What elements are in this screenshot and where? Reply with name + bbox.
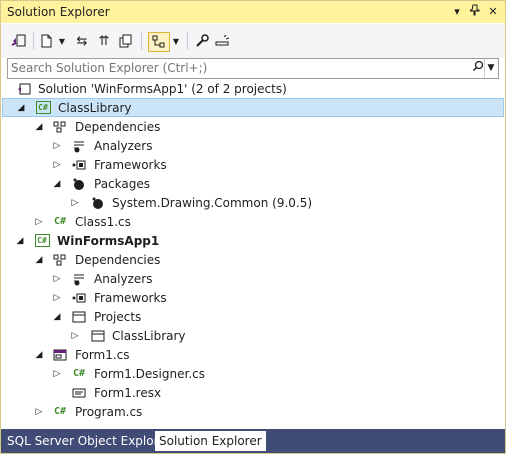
- package-icon: [90, 196, 106, 210]
- csharp-file-icon: C#: [72, 368, 86, 379]
- properties-wrench-icon[interactable]: [193, 32, 211, 50]
- expand-arrow-icon[interactable]: ▷: [34, 217, 44, 227]
- tree-row-frameworks[interactable]: ▷ Frameworks: [2, 155, 504, 174]
- search-options-dropdown-icon[interactable]: ▼: [484, 59, 497, 78]
- tree-item-label: ClassLibrary: [112, 328, 186, 343]
- tree-row-packages[interactable]: ◢ Packages: [2, 174, 504, 193]
- analyzers-icon: [71, 139, 87, 153]
- csharp-file-icon: C#: [53, 406, 67, 417]
- tree-row-projects[interactable]: ◢ Projects: [2, 307, 504, 326]
- form-icon: [52, 348, 68, 362]
- tree-item-label: Frameworks: [94, 290, 167, 305]
- tab-solution-explorer[interactable]: Solution Explorer: [155, 431, 266, 451]
- track-active-item-icon[interactable]: [148, 32, 170, 52]
- expand-arrow-icon[interactable]: ▷: [70, 198, 80, 208]
- packages-icon: [71, 177, 87, 191]
- tree-row-form1[interactable]: ◢ Form1.cs: [2, 345, 504, 364]
- csharp-project-icon: C#: [34, 234, 50, 248]
- collapse-arrow-icon[interactable]: ◢: [52, 179, 62, 189]
- tree-item-label: Form1.Designer.cs: [94, 366, 205, 381]
- expand-arrow-icon[interactable]: ▷: [52, 160, 62, 170]
- tree-item-label: Analyzers: [94, 138, 153, 153]
- tree-item-label: Analyzers: [94, 271, 153, 286]
- toolbar: ▼ ⇆ ⇈ ▼: [1, 24, 505, 58]
- expand-arrow-icon[interactable]: ▷: [52, 274, 62, 284]
- toolbar-separator: [187, 32, 188, 50]
- tree-item-label: Dependencies: [75, 119, 161, 134]
- collapse-arrow-icon[interactable]: ◢: [34, 122, 44, 132]
- tree-item-label: Solution 'WinFormsApp1' (2 of 2 projects…: [38, 81, 287, 96]
- tab-sql-server-object-explorer[interactable]: SQL Server Object Explorer: [3, 431, 175, 451]
- preview-selected-items-icon[interactable]: [213, 32, 231, 50]
- title-bar: Solution Explorer ▾ ✕: [1, 1, 505, 23]
- tree-row-solution[interactable]: Solution 'WinFormsApp1' (2 of 2 projects…: [2, 79, 504, 98]
- solution-icon: [16, 82, 32, 96]
- collapse-arrow-icon[interactable]: ◢: [15, 236, 25, 246]
- dependencies-icon: [52, 253, 68, 267]
- tree-row-class1[interactable]: ▷ C# Class1.cs: [2, 212, 504, 231]
- tree-item-label: ClassLibrary: [58, 100, 132, 115]
- collapse-arrow-icon[interactable]: ◢: [16, 103, 26, 113]
- new-item-dropdown-icon[interactable]: ▼: [57, 32, 67, 50]
- tree-row-form1-resx[interactable]: Form1.resx: [2, 383, 504, 402]
- dependencies-icon: [52, 120, 68, 134]
- tree-row-analyzers[interactable]: ▷ Analyzers: [2, 269, 504, 288]
- solution-tree: Solution 'WinFormsApp1' (2 of 2 projects…: [2, 79, 504, 429]
- toolbar-separator: [141, 32, 142, 50]
- search-icon[interactable]: [472, 60, 484, 75]
- tree-item-label: Packages: [94, 176, 150, 191]
- tree-item-label: Dependencies: [75, 252, 161, 267]
- resx-file-icon: [71, 386, 87, 400]
- tree-row-dependencies[interactable]: ◢ Dependencies: [2, 117, 504, 136]
- collapse-arrow-icon[interactable]: ◢: [34, 350, 44, 360]
- expand-arrow-icon[interactable]: ▷: [52, 141, 62, 151]
- tree-row-frameworks[interactable]: ▷ Frameworks: [2, 288, 504, 307]
- track-dropdown-icon[interactable]: ▼: [171, 32, 181, 50]
- collapse-arrow-icon[interactable]: ◢: [34, 255, 44, 265]
- tree-row-classlibrary[interactable]: ◢ C# ClassLibrary: [2, 98, 504, 117]
- tree-item-label: Projects: [94, 309, 142, 324]
- window-position-dropdown-icon[interactable]: ▾: [449, 4, 465, 20]
- tree-row-form1-designer[interactable]: ▷ C# Form1.Designer.cs: [2, 364, 504, 383]
- toolbar-separator: [33, 32, 34, 50]
- projects-icon: [71, 310, 87, 324]
- csharp-project-icon: C#: [35, 101, 51, 115]
- frameworks-icon: [71, 291, 87, 305]
- close-icon[interactable]: ✕: [485, 4, 501, 20]
- tree-item-label: Class1.cs: [75, 214, 131, 229]
- tree-row-system-drawing-common[interactable]: ▷ System.Drawing.Common (9.0.5): [2, 193, 504, 212]
- tree-row-winformsapp1[interactable]: ◢ C# WinFormsApp1: [2, 231, 504, 250]
- csharp-file-icon: C#: [53, 216, 67, 227]
- analyzers-icon: [71, 272, 87, 286]
- search-input[interactable]: [11, 60, 461, 76]
- collapse-all-icon[interactable]: ⇈: [95, 32, 113, 50]
- tree-item-label: WinFormsApp1: [57, 233, 160, 248]
- expand-arrow-icon[interactable]: ▷: [52, 369, 62, 379]
- frameworks-icon: [71, 158, 87, 172]
- tree-row-program[interactable]: ▷ C# Program.cs: [2, 402, 504, 421]
- tree-row-analyzers[interactable]: ▷ Analyzers: [2, 136, 504, 155]
- expand-arrow-icon[interactable]: ▷: [52, 293, 62, 303]
- search-box[interactable]: ▼: [7, 58, 499, 79]
- bottom-tab-bar: SQL Server Object Explorer Solution Expl…: [1, 429, 505, 453]
- tree-row-classlibrary-reference[interactable]: ▷ ClassLibrary: [2, 326, 504, 345]
- collapse-arrow-icon[interactable]: ◢: [52, 312, 62, 322]
- project-reference-icon: [90, 329, 106, 343]
- auto-hide-pin-icon[interactable]: [467, 4, 483, 20]
- vs-solution-switch-icon[interactable]: [10, 32, 28, 50]
- tree-row-dependencies[interactable]: ◢ Dependencies: [2, 250, 504, 269]
- show-all-files-icon[interactable]: [117, 32, 135, 50]
- window-title: Solution Explorer: [7, 5, 110, 19]
- tree-item-label: Program.cs: [75, 404, 143, 419]
- solution-explorer-window: Solution Explorer ▾ ✕ ▼ ⇆ ⇈ ▼ Search Sol…: [0, 0, 506, 454]
- tree-item-label: Frameworks: [94, 157, 167, 172]
- new-item-icon[interactable]: [39, 32, 55, 50]
- expand-arrow-icon[interactable]: ▷: [34, 407, 44, 417]
- sync-icon[interactable]: ⇆: [73, 32, 91, 50]
- expand-arrow-icon[interactable]: ▷: [70, 331, 80, 341]
- tree-item-label: Form1.cs: [75, 347, 130, 362]
- tree-item-label: System.Drawing.Common (9.0.5): [112, 195, 313, 210]
- tree-item-label: Form1.resx: [94, 385, 162, 400]
